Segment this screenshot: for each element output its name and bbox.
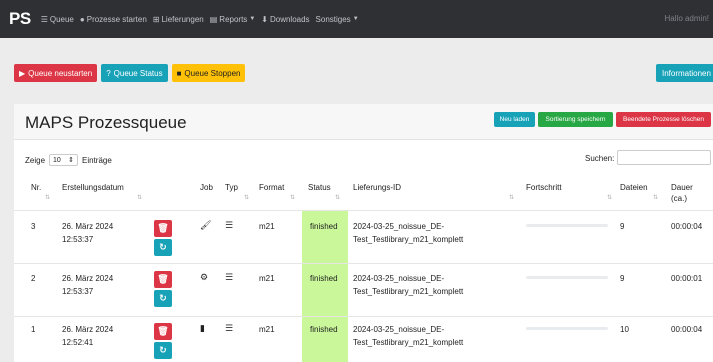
caret-down-icon: ▼	[352, 16, 359, 22]
document-icon: ▤	[209, 14, 218, 24]
search-label: Suchen:	[585, 154, 615, 163]
list-icon: ☰	[40, 14, 48, 24]
col-status[interactable]: Status	[308, 182, 331, 193]
status-highlight	[302, 264, 348, 316]
save-sort-button[interactable]: Sortierung speichern	[538, 112, 613, 127]
play-circle-icon: ●	[79, 14, 85, 24]
delete-button[interactable]: 🗑	[154, 323, 172, 340]
delete-button[interactable]: 🗑	[154, 271, 172, 288]
nav-misc[interactable]: Sonstiges ▼	[316, 15, 359, 24]
caret-down-icon: ▼	[249, 16, 256, 22]
question-icon: ?	[106, 68, 111, 78]
col-created[interactable]: Erstellungsdatum	[62, 182, 124, 193]
rerun-button[interactable]: ↻	[154, 290, 172, 307]
trash-icon: 🗑	[157, 223, 169, 233]
align-left-icon: ☰	[225, 323, 234, 333]
nav-downloads[interactable]: ⬇ Downloads	[261, 15, 309, 24]
col-files[interactable]: Dateien	[620, 182, 648, 193]
sort-arrows-icon: ⇅	[607, 195, 613, 201]
align-left-icon: ☰	[225, 220, 234, 230]
sort-arrows-icon: ⇅	[45, 195, 51, 201]
user-greeting[interactable]: Hallo admin!	[665, 14, 709, 23]
col-format[interactable]: Format	[259, 182, 284, 193]
gears-icon: ⚙	[200, 272, 209, 282]
redo-icon: ↻	[159, 293, 167, 303]
redo-icon: ↻	[159, 242, 167, 252]
align-left-icon: ☰	[225, 272, 234, 282]
nav-reports[interactable]: ▤ Reports ▼	[210, 15, 256, 24]
brand-logo[interactable]: PS	[9, 9, 31, 29]
panel-header: MAPS Prozessqueue Neu laden Sortierung s…	[14, 104, 713, 140]
redo-icon: ↻	[159, 345, 167, 355]
restart-queue-button[interactable]: ▶ Queue neustarten	[14, 64, 98, 82]
row-divider	[14, 316, 713, 317]
sort-arrows-icon: ⇅	[244, 195, 250, 201]
nav-queue[interactable]: ☰ Queue	[41, 15, 74, 24]
rerun-button[interactable]: ↻	[154, 239, 172, 256]
search-input[interactable]	[617, 150, 711, 165]
table-icon: ⊞	[152, 14, 160, 24]
delete-finished-button[interactable]: Beendete Prozesse löschen	[616, 112, 711, 127]
page-size-control: Zeige 10 ⇕ Einträge	[25, 154, 112, 166]
sort-arrows-icon: ⇅	[653, 195, 659, 201]
page-title: MAPS Prozessqueue	[25, 113, 187, 132]
col-duration[interactable]: Dauer (ca.)	[671, 182, 693, 204]
col-nr[interactable]: Nr.	[31, 182, 41, 193]
sort-arrows-icon: ⇅	[335, 195, 341, 201]
sort-arrows-icon: ⇅	[509, 195, 515, 201]
delete-button[interactable]: 🗑	[154, 220, 172, 237]
col-delivery-id[interactable]: Lieferungs-ID	[353, 182, 401, 193]
download-icon: ⬇	[261, 14, 268, 24]
col-progress[interactable]: Fortschritt	[526, 182, 562, 193]
status-badge: finished	[310, 222, 338, 231]
rerun-button[interactable]: ↻	[154, 342, 172, 359]
stop-queue-button[interactable]: ■ Queue Stoppen	[171, 64, 246, 82]
queue-status-button[interactable]: ? Queue Status	[101, 64, 168, 82]
queue-toolbar: ▶ Queue neustarten ? Queue Status ■ Queue S…	[14, 64, 249, 82]
col-job: Job	[200, 183, 213, 192]
row-divider	[14, 263, 713, 264]
top-navbar: PS ☰ Queue ● Prozesse starten ⊞ Lieferungen…	[0, 0, 713, 38]
progress-bar	[526, 327, 608, 330]
progress-bar	[526, 224, 608, 227]
process-queue-panel: MAPS Prozessqueue Neu laden Sortierung s…	[14, 104, 713, 362]
header-divider	[14, 210, 713, 211]
trash-icon: 🗑	[157, 326, 169, 336]
trash-icon: 🗑	[157, 274, 169, 284]
progress-bar	[526, 276, 608, 279]
status-badge: finished	[310, 325, 338, 334]
nav-deliveries[interactable]: ⊞ Lieferungen	[153, 15, 204, 24]
brush-icon: 🖌	[200, 220, 212, 230]
play-icon: ▶	[19, 68, 26, 78]
sort-arrows-icon: ⇅	[137, 195, 143, 201]
stop-icon: ■	[176, 68, 182, 78]
nav-start-processes[interactable]: ● Prozesse starten	[80, 15, 147, 24]
information-button[interactable]: Informationen	[656, 64, 713, 82]
status-badge: finished	[310, 274, 338, 283]
chevron-updown-icon: ⇕	[68, 157, 75, 164]
page-size-select[interactable]: 10 ⇕	[49, 154, 79, 166]
status-highlight	[302, 211, 348, 263]
sort-arrows-icon: ⇅	[290, 195, 296, 201]
reload-button[interactable]: Neu laden	[494, 112, 535, 127]
file-icon: ▮	[200, 323, 205, 333]
col-type[interactable]: Typ	[225, 182, 238, 193]
